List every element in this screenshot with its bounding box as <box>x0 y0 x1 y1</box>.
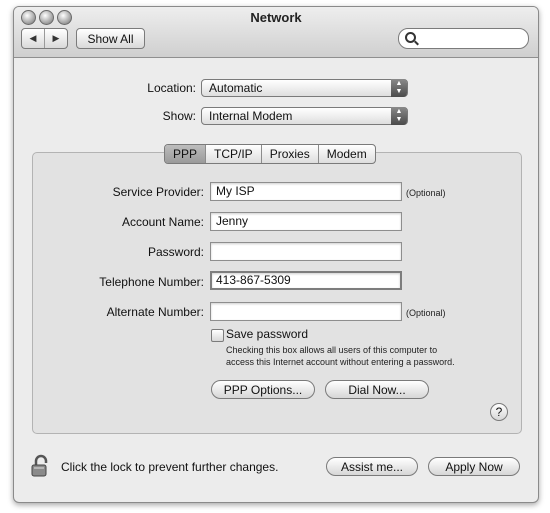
tab-tcpip[interactable]: TCP/IP <box>206 145 262 163</box>
back-arrow-icon[interactable]: ◀ <box>22 29 45 48</box>
service-provider-label: Service Provider: <box>112 185 204 199</box>
forward-arrow-icon[interactable]: ▶ <box>45 29 67 48</box>
lock-status-text: Click the lock to prevent further change… <box>61 460 279 474</box>
password-label: Password: <box>147 245 204 259</box>
tab-ppp[interactable]: PPP <box>165 145 207 163</box>
save-password-label: Save password <box>226 327 309 341</box>
service-provider-field[interactable]: My ISP <box>210 182 402 201</box>
network-preferences-window: Network ◀ ▶ Show All Location: Automatic… <box>13 6 539 503</box>
lock-icon[interactable] <box>31 454 53 478</box>
show-all-button[interactable]: Show All <box>76 28 145 49</box>
alternate-number-field[interactable] <box>210 302 402 321</box>
telephone-number-label: Telephone Number: <box>99 275 204 289</box>
show-popup[interactable]: Internal Modem ▲ ▼ <box>201 107 408 125</box>
service-provider-optional-note: (Optional) <box>406 188 446 198</box>
popup-arrows-icon: ▲ ▼ <box>391 79 407 97</box>
location-popup[interactable]: Automatic ▲ ▼ <box>201 79 408 97</box>
tab-modem[interactable]: Modem <box>319 145 375 163</box>
alternate-number-label: Alternate Number: <box>106 305 204 319</box>
show-label: Show: <box>162 109 196 123</box>
help-button[interactable]: ? <box>490 403 508 421</box>
save-password-checkbox[interactable] <box>211 329 224 342</box>
back-forward-control: ◀ ▶ <box>21 28 68 49</box>
save-password-help-line-1: Checking this box allows all users of th… <box>226 345 438 355</box>
window-title: Network <box>250 10 302 25</box>
search-icon <box>405 32 416 43</box>
account-name-label: Account Name: <box>121 215 204 229</box>
dial-now-button[interactable]: Dial Now... <box>325 380 429 399</box>
title-bar: Network ◀ ▶ Show All <box>14 7 538 58</box>
tab-bar: PPP TCP/IP Proxies Modem <box>164 144 376 164</box>
account-name-field[interactable]: Jenny <box>210 212 402 231</box>
telephone-number-field[interactable]: 413-867-5309 <box>210 271 402 290</box>
location-value: Automatic <box>209 81 263 95</box>
show-value: Internal Modem <box>209 109 293 123</box>
alternate-number-optional-note: (Optional) <box>406 308 446 318</box>
tab-proxies[interactable]: Proxies <box>262 145 319 163</box>
save-password-help-text: Checking this box allows all users of th… <box>226 344 526 368</box>
popup-arrows-icon: ▲ ▼ <box>391 107 407 125</box>
password-field[interactable] <box>210 242 402 261</box>
ppp-options-button[interactable]: PPP Options... <box>211 380 315 399</box>
save-password-help-line-2: access this Internet account without ent… <box>226 357 455 367</box>
location-label: Location: <box>147 81 196 95</box>
search-field[interactable] <box>398 28 529 49</box>
assist-me-button[interactable]: Assist me... <box>326 457 418 476</box>
apply-now-button[interactable]: Apply Now <box>428 457 520 476</box>
